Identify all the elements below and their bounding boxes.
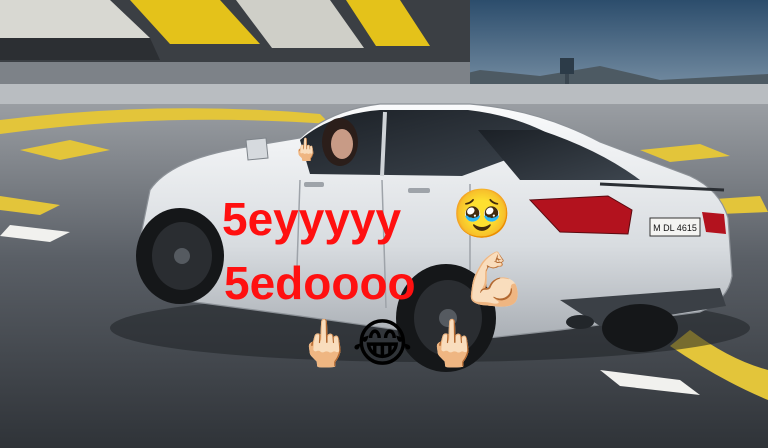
front-wheel: [136, 208, 224, 304]
pleading-face-icon: 🥹: [452, 186, 512, 242]
signal-post: [560, 58, 574, 74]
exhaust: [566, 315, 594, 329]
middle-finger-left-icon: 🖕🏻: [296, 316, 354, 370]
barrier-wall: [0, 84, 768, 106]
tears-of-joy-icon: 😂: [352, 314, 413, 374]
driver-face: [322, 118, 358, 166]
middle-finger-icon: 🖕🏻: [292, 138, 320, 163]
middle-finger-right-icon: 🖕🏻: [424, 316, 482, 370]
far-rear-wheel: [602, 304, 678, 352]
license-plate-text: M DL 4615: [653, 223, 697, 233]
flexed-biceps-icon: 💪🏻: [462, 250, 527, 310]
meme-image: M DL 4615 🖕🏻 5eyyyyy 🥹 5edoooo 💪🏻 🖕🏻 😂 🖕…: [0, 0, 768, 448]
grandstand: [0, 0, 470, 84]
caption-line-1: 5eyyyyy: [222, 193, 402, 245]
caption-line-2: 5edoooo: [224, 257, 416, 309]
